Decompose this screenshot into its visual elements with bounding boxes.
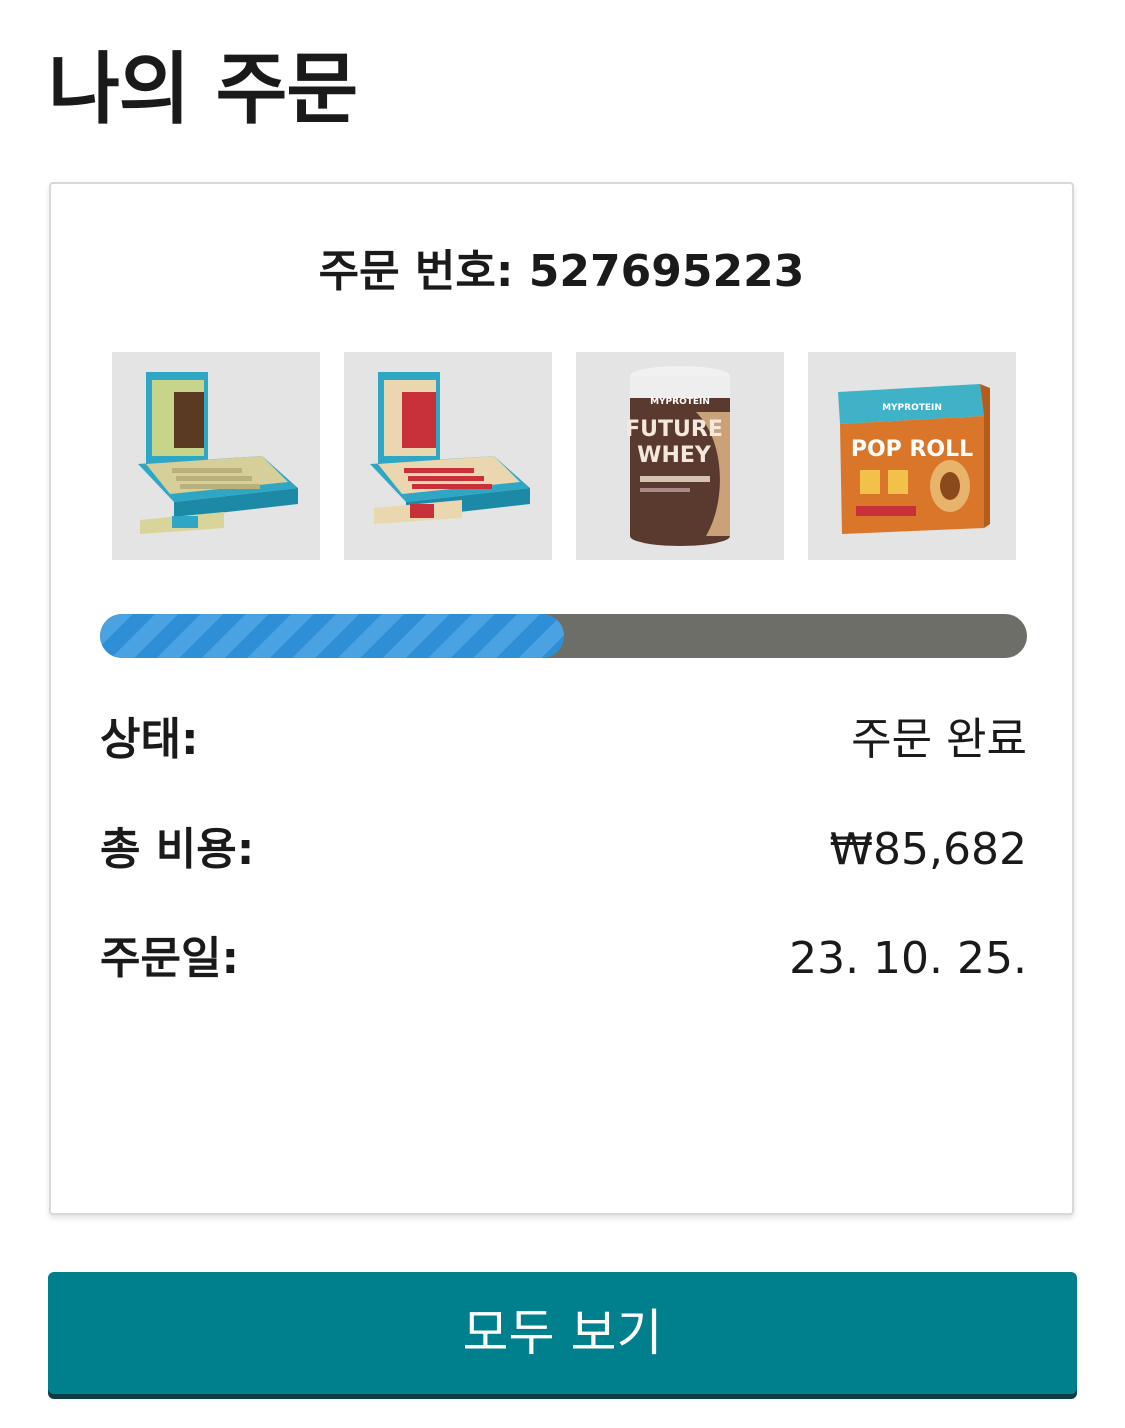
page-title: 나의 주문 — [48, 45, 358, 135]
status-value: 주문 완료 — [851, 714, 1027, 765]
svg-text:FUTURE: FUTURE — [625, 417, 723, 442]
svg-text:MYPROTEIN: MYPROTEIN — [650, 397, 710, 407]
product-image-future-whey[interactable]: MYPROTEIN FUTURE WHEY — [576, 352, 784, 560]
product-thumbnails: MYPROTEIN FUTURE WHEY MYPROTEIN POP ROLL — [112, 352, 1016, 560]
pop-roll-box-icon: MYPROTEIN POP ROLL — [808, 352, 1016, 560]
status-row: 상태: 주문 완료 — [100, 710, 1027, 770]
protein-bar-box-red-icon — [344, 352, 552, 560]
order-date-value: 23. 10. 25. — [789, 933, 1027, 984]
total-cost-label: 총 비용: — [100, 824, 255, 875]
protein-bar-box-green-icon — [112, 352, 320, 560]
total-cost-value: ₩85,682 — [829, 824, 1027, 875]
product-image-pop-roll[interactable]: MYPROTEIN POP ROLL — [808, 352, 1016, 560]
order-date-row: 주문일: 23. 10. 25. — [100, 929, 1027, 989]
order-number: 주문 번호: 527695223 — [318, 246, 805, 297]
order-date-label: 주문일: — [100, 933, 240, 984]
order-card: 주문 번호: 527695223 MYPROTEIN FUTURE WHEY M… — [49, 182, 1074, 1215]
product-image-bar-box-red[interactable] — [344, 352, 552, 560]
product-image-bar-box-green[interactable] — [112, 352, 320, 560]
status-label: 상태: — [100, 714, 199, 765]
svg-text:WHEY: WHEY — [637, 443, 712, 468]
future-whey-tub-icon: MYPROTEIN FUTURE WHEY — [576, 352, 784, 560]
svg-text:POP ROLL: POP ROLL — [851, 437, 973, 462]
order-progress-fill — [100, 614, 564, 658]
order-progress-bar — [100, 614, 1027, 658]
total-cost-row: 총 비용: ₩85,682 — [100, 820, 1027, 880]
view-all-button[interactable]: 모두 보기 — [48, 1272, 1077, 1394]
svg-text:MYPROTEIN: MYPROTEIN — [882, 403, 942, 413]
